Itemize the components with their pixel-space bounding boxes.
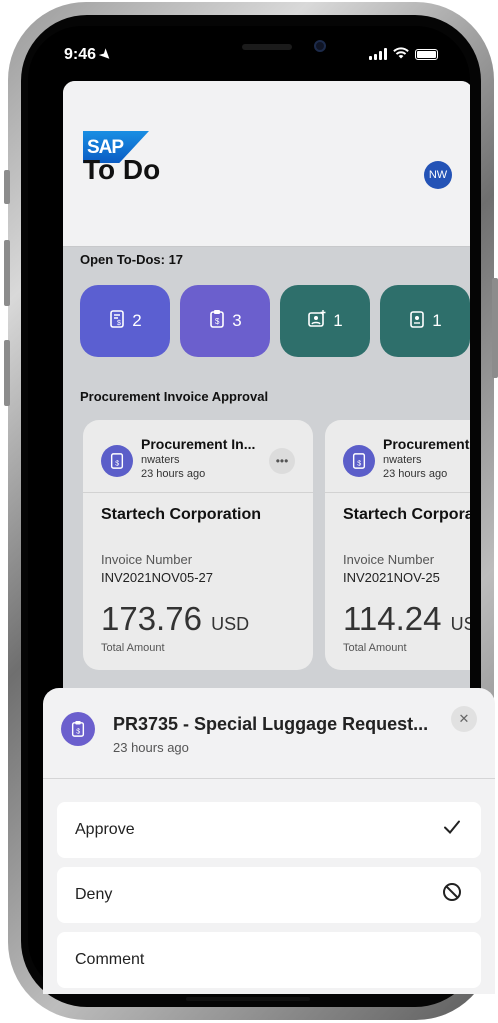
tile-invoices-count: 2 <box>132 311 142 330</box>
avatar[interactable]: NW <box>424 161 452 189</box>
invoice-icon: $ <box>101 445 133 477</box>
speaker-grille <box>242 44 292 50</box>
status-icons <box>369 46 438 62</box>
svg-text:$: $ <box>76 727 80 735</box>
invoice-card[interactable]: $ Procurement In... nwaters 23 hours ago… <box>83 420 313 670</box>
invoice-card[interactable]: $ Procurement nwaters 23 hours ago Start… <box>325 420 470 670</box>
status-time-text: 9:46 <box>64 46 97 63</box>
card-user: nwaters <box>141 454 180 466</box>
total-amount-label: Total Amount <box>343 642 407 654</box>
total-amount: 173.76 USD <box>101 600 249 638</box>
status-time: 9:46➤ <box>64 45 115 64</box>
open-todos-count: Open To-Dos: 17 <box>80 252 184 267</box>
sheet-time: 23 hours ago <box>113 740 189 755</box>
card-company: Startech Corporation <box>101 506 262 523</box>
clipboard-money-icon: $ <box>208 309 226 334</box>
card-header: $ Procurement In... nwaters 23 hours ago… <box>83 420 313 493</box>
clipboard-money-icon: $ <box>61 712 95 746</box>
amount-value: 173.76 <box>101 600 202 637</box>
add-contact-icon <box>307 309 327 334</box>
tile-purchase-requests-count: 3 <box>232 311 242 330</box>
tile-purchase-requests[interactable]: $ 3 <box>180 285 270 357</box>
amount-currency: USD <box>211 614 250 634</box>
more-options-icon[interactable]: ••• <box>269 448 295 474</box>
invoice-icon: $ <box>108 309 126 334</box>
card-time: 23 hours ago <box>141 468 206 480</box>
invoice-number: INV2021NOV05-27 <box>101 570 214 585</box>
checkmark-icon <box>441 816 463 844</box>
close-icon[interactable]: ✕ <box>451 706 477 732</box>
section-title: Procurement Invoice Approval <box>80 389 269 404</box>
mute-switch <box>4 170 10 204</box>
sheet-title: PR3735 - Special Luggage Request... <box>113 714 429 734</box>
card-time: 23 hours ago <box>383 468 448 480</box>
svg-text:$: $ <box>357 459 361 467</box>
invoice-number-label: Invoice Number <box>101 552 193 567</box>
page-title: To Do <box>83 154 161 185</box>
tile-invoices[interactable]: $ 2 <box>80 285 170 357</box>
approve-button[interactable]: Approve <box>57 802 481 858</box>
cellular-signal-icon <box>369 48 387 60</box>
battery-icon <box>415 48 438 60</box>
deny-label: Deny <box>75 886 113 903</box>
todo-category-tiles: $ 2 $ 3 1 1 <box>80 285 470 357</box>
power-button <box>492 278 498 378</box>
deny-button[interactable]: Deny <box>57 867 481 923</box>
front-camera <box>314 40 326 52</box>
location-arrow-icon: ➤ <box>96 45 115 64</box>
amount-currency: USD <box>450 614 470 634</box>
volume-up-button <box>4 240 10 306</box>
svg-text:$: $ <box>215 317 220 326</box>
tile-badges[interactable]: 1 <box>380 285 470 357</box>
card-title: Procurement In... <box>141 436 256 452</box>
wifi-icon <box>393 46 409 62</box>
tile-badges-count: 1 <box>432 311 442 330</box>
divider <box>43 778 495 779</box>
tile-contacts-count: 1 <box>333 311 343 330</box>
total-amount-label: Total Amount <box>101 642 165 654</box>
amount-value: 114.24 <box>343 600 442 637</box>
total-amount: 114.24 USD <box>343 600 470 638</box>
comment-label: Comment <box>75 951 145 968</box>
svg-text:$: $ <box>117 320 121 327</box>
card-title: Procurement <box>383 436 470 452</box>
invoice-number: INV2021NOV-25 <box>343 570 440 585</box>
svg-text:$: $ <box>115 459 119 467</box>
tile-contacts[interactable]: 1 <box>280 285 370 357</box>
app-header: SAP NW To Do <box>63 81 470 247</box>
badge-icon <box>408 309 426 334</box>
prohibited-icon <box>441 881 463 909</box>
home-indicator[interactable] <box>186 997 310 1001</box>
invoice-number-label: Invoice Number <box>343 552 435 567</box>
comment-button[interactable]: Comment <box>57 932 481 988</box>
card-user: nwaters <box>383 454 422 466</box>
invoice-icon: $ <box>343 445 375 477</box>
volume-down-button <box>4 340 10 406</box>
approve-label: Approve <box>75 821 135 838</box>
action-sheet: $ PR3735 - Special Luggage Request... 23… <box>43 688 495 994</box>
card-header: $ Procurement nwaters 23 hours ago <box>325 420 470 493</box>
avatar-initials: NW <box>428 169 448 181</box>
card-company: Startech Corpora <box>343 506 470 523</box>
